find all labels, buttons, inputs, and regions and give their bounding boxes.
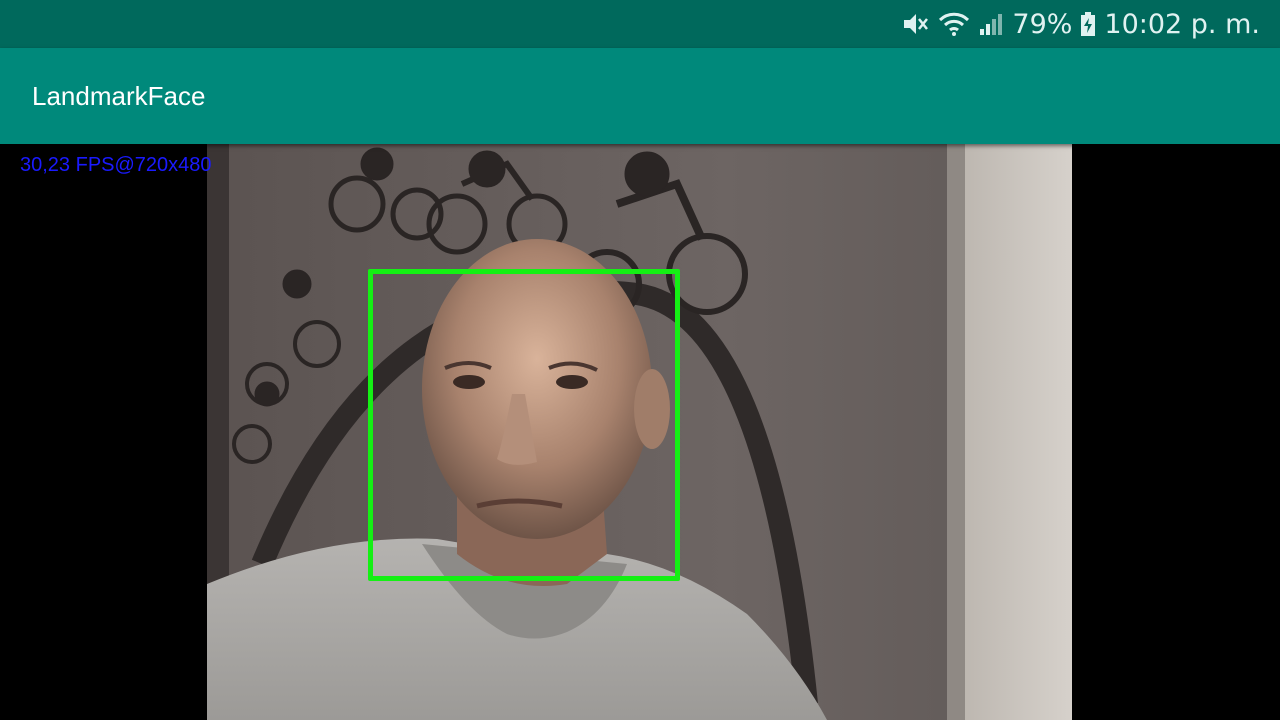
fps-counter: 30,23 FPS@720x480 [20, 154, 212, 176]
app-bar: LandmarkFace [0, 48, 1280, 144]
mute-icon [902, 11, 930, 37]
camera-frame-image [207, 144, 1072, 720]
signal-icon [978, 11, 1004, 37]
wifi-icon [938, 11, 970, 37]
face-detection-box [368, 269, 680, 581]
status-icons: 79% 10:02 p. m. [902, 0, 1260, 48]
camera-preview: 30,23 FPS@720x480 [0, 144, 1280, 720]
clock: 10:02 p. m. [1104, 8, 1260, 40]
app-title: LandmarkFace [32, 81, 206, 111]
battery-charging-icon [1080, 11, 1096, 37]
status-bar: 79% 10:02 p. m. [0, 0, 1280, 48]
battery-percent: 79% [1012, 8, 1073, 40]
